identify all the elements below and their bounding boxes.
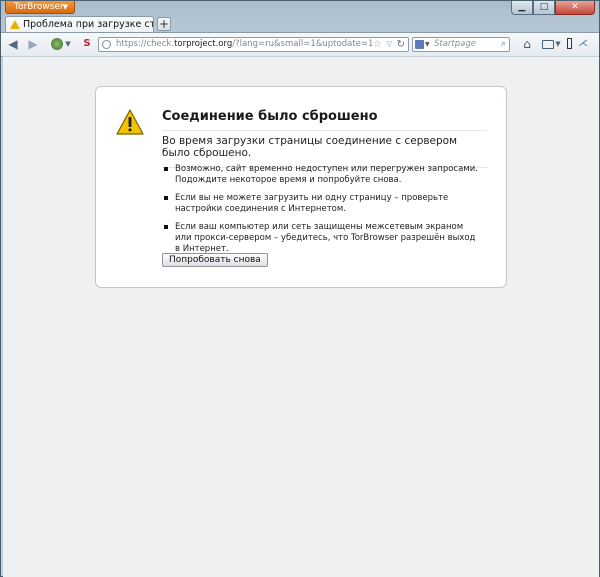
globe-icon: [102, 40, 111, 49]
search-engine-icon[interactable]: [415, 40, 424, 49]
app-menu-button[interactable]: TorBrowser ▼: [5, 1, 75, 14]
close-icon: ✕: [571, 2, 579, 12]
list-item: Если ваш компьютер или сеть защищены меж…: [162, 222, 482, 255]
title-bar: TorBrowser ▼ ▁ □ ✕: [1, 1, 599, 15]
app-menu-label: TorBrowser: [14, 2, 64, 12]
search-icon[interactable]: ⌕: [501, 38, 506, 51]
new-tab-button[interactable]: +: [157, 17, 171, 31]
search-bar[interactable]: ▼ Startpage ⌕: [412, 37, 510, 52]
history-dropdown-icon[interactable]: ▽: [387, 38, 392, 51]
tab-label: Проблема при загрузке страницы: [23, 19, 153, 30]
address-bar[interactable]: https://check.torproject.org/?lang=ru&sm…: [98, 37, 409, 52]
close-window-button[interactable]: ✕: [555, 1, 595, 15]
chevron-down-icon: ▼: [62, 3, 68, 11]
url-prefix: https://check.: [116, 39, 175, 49]
browser-window: TorBrowser ▼ ▁ □ ✕ Проблема при загрузке…: [0, 0, 600, 577]
page-content: Соединение было сброшено Во время загруз…: [3, 56, 599, 577]
battery-icon[interactable]: [567, 38, 572, 49]
error-suggestions: Возможно, сайт временно недоступен или п…: [162, 164, 482, 262]
warning-icon: [116, 109, 144, 135]
plus-icon: +: [158, 17, 170, 31]
minimize-icon: ▁: [518, 2, 526, 12]
bookmark-star-icon[interactable]: ☆: [373, 38, 382, 51]
forward-button[interactable]: ▶: [27, 37, 39, 51]
try-again-button[interactable]: Попробовать снова: [162, 253, 268, 267]
chevron-down-icon[interactable]: ▼: [65, 37, 71, 51]
bookmarks-icon[interactable]: [542, 40, 554, 49]
list-item: Если вы не можете загрузить ни одну стра…: [162, 193, 482, 215]
back-button[interactable]: ◀: [7, 37, 19, 51]
chevron-down-icon[interactable]: ▼: [425, 38, 430, 51]
url-path: /?lang=ru&small=1&uptodate=1: [232, 39, 374, 49]
tab-error-page[interactable]: Проблема при загрузке страницы: [5, 16, 154, 32]
navigation-toolbar: ◀ ▶ ▼ S https://check.torproject.org/?la…: [1, 32, 599, 57]
tab-bar: Проблема при загрузке страницы +: [1, 15, 599, 32]
maximize-icon: □: [539, 2, 549, 12]
chevron-down-icon[interactable]: ▼: [555, 37, 561, 51]
warning-icon: [10, 20, 20, 29]
search-placeholder: Startpage: [434, 39, 476, 49]
error-panel: Соединение было сброшено Во время загруз…: [95, 86, 507, 288]
reload-icon[interactable]: ↻: [397, 38, 405, 51]
addon-icon[interactable]: ⋌: [575, 37, 591, 51]
error-title: Соединение было сброшено: [162, 109, 487, 131]
list-item: Возможно, сайт временно недоступен или п…: [162, 164, 482, 186]
noscript-button[interactable]: S: [80, 37, 94, 51]
minimize-button[interactable]: ▁: [511, 1, 533, 15]
home-button[interactable]: ⌂: [520, 37, 534, 51]
url-text[interactable]: https://check.torproject.org/?lang=ru&sm…: [116, 38, 373, 51]
maximize-button[interactable]: □: [533, 1, 555, 15]
url-host: torproject.org: [174, 39, 233, 49]
window-controls: ▁ □ ✕: [511, 1, 595, 15]
tor-onion-icon[interactable]: [51, 38, 63, 50]
